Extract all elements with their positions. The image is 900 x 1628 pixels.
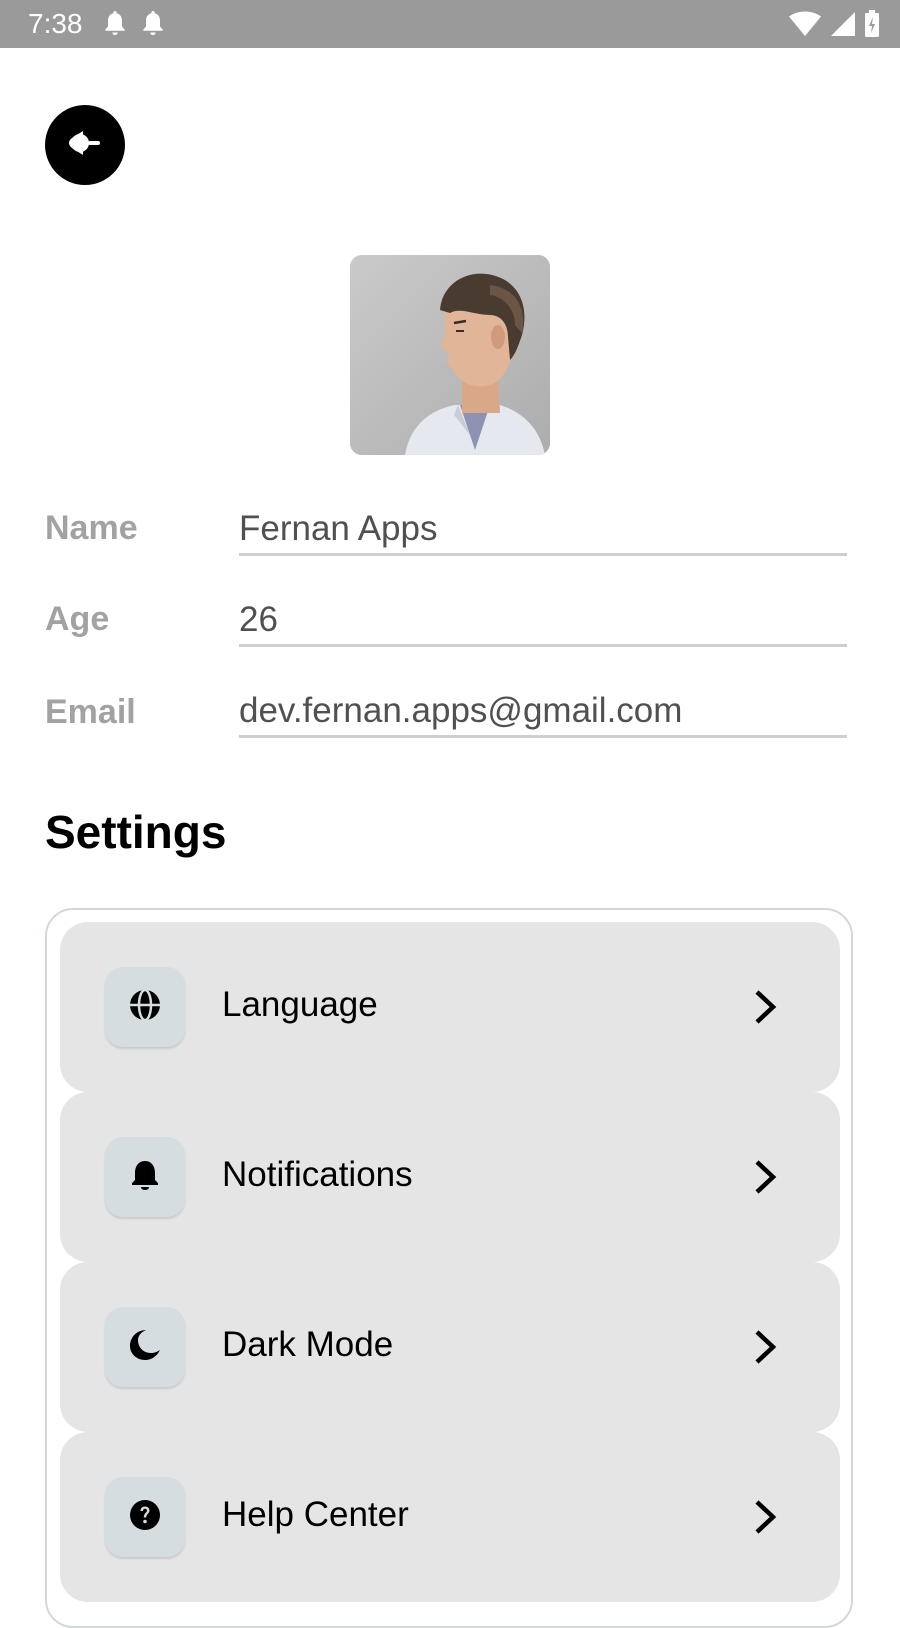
settings-item-label: Dark Mode	[222, 1325, 394, 1364]
age-label: Age	[45, 600, 110, 638]
name-label: Name	[45, 509, 138, 547]
name-field[interactable]	[239, 505, 847, 556]
wifi-icon	[788, 11, 822, 37]
settings-item-label: Help Center	[222, 1495, 409, 1534]
language-icon-box	[105, 967, 185, 1047]
status-time: 7:38	[28, 8, 83, 39]
status-bar: 7:38	[0, 0, 900, 48]
settings-item-notifications[interactable]: Notifications	[60, 1092, 840, 1262]
settings-item-help-center[interactable]: Help Center	[60, 1432, 840, 1602]
back-arrow-icon	[65, 123, 105, 168]
battery-charging-icon	[864, 10, 880, 38]
avatar[interactable]	[350, 255, 550, 455]
email-label: Email	[45, 693, 136, 731]
moon-icon	[127, 1327, 163, 1368]
dark-mode-icon-box	[105, 1307, 185, 1387]
email-row: Email	[45, 687, 847, 747]
age-field[interactable]	[239, 596, 847, 647]
notifications-icon-box	[105, 1137, 185, 1217]
settings-item-dark-mode[interactable]: Dark Mode	[60, 1262, 840, 1432]
settings-item-label: Language	[222, 985, 378, 1024]
status-notification-icons	[104, 10, 164, 36]
status-system-icons	[788, 10, 880, 38]
settings-item-label: Notifications	[222, 1155, 413, 1194]
notification-bell-icon	[104, 10, 126, 36]
help-center-icon-box	[105, 1477, 185, 1557]
signal-icon	[830, 11, 856, 37]
chevron-right-icon	[752, 1159, 778, 1200]
help-icon	[128, 1498, 162, 1537]
globe-icon	[128, 988, 162, 1027]
chevron-right-icon	[752, 1329, 778, 1370]
chevron-right-icon	[752, 1499, 778, 1540]
settings-item-language[interactable]: Language	[60, 922, 840, 1092]
notification-bell-icon	[142, 10, 164, 36]
email-field[interactable]	[239, 687, 847, 738]
back-button[interactable]	[45, 105, 125, 185]
chevron-right-icon	[752, 989, 778, 1030]
age-row: Age	[45, 596, 847, 656]
name-row: Name	[45, 505, 847, 565]
bell-icon	[128, 1158, 162, 1197]
settings-title: Settings	[45, 806, 227, 858]
profile-photo	[350, 255, 550, 455]
